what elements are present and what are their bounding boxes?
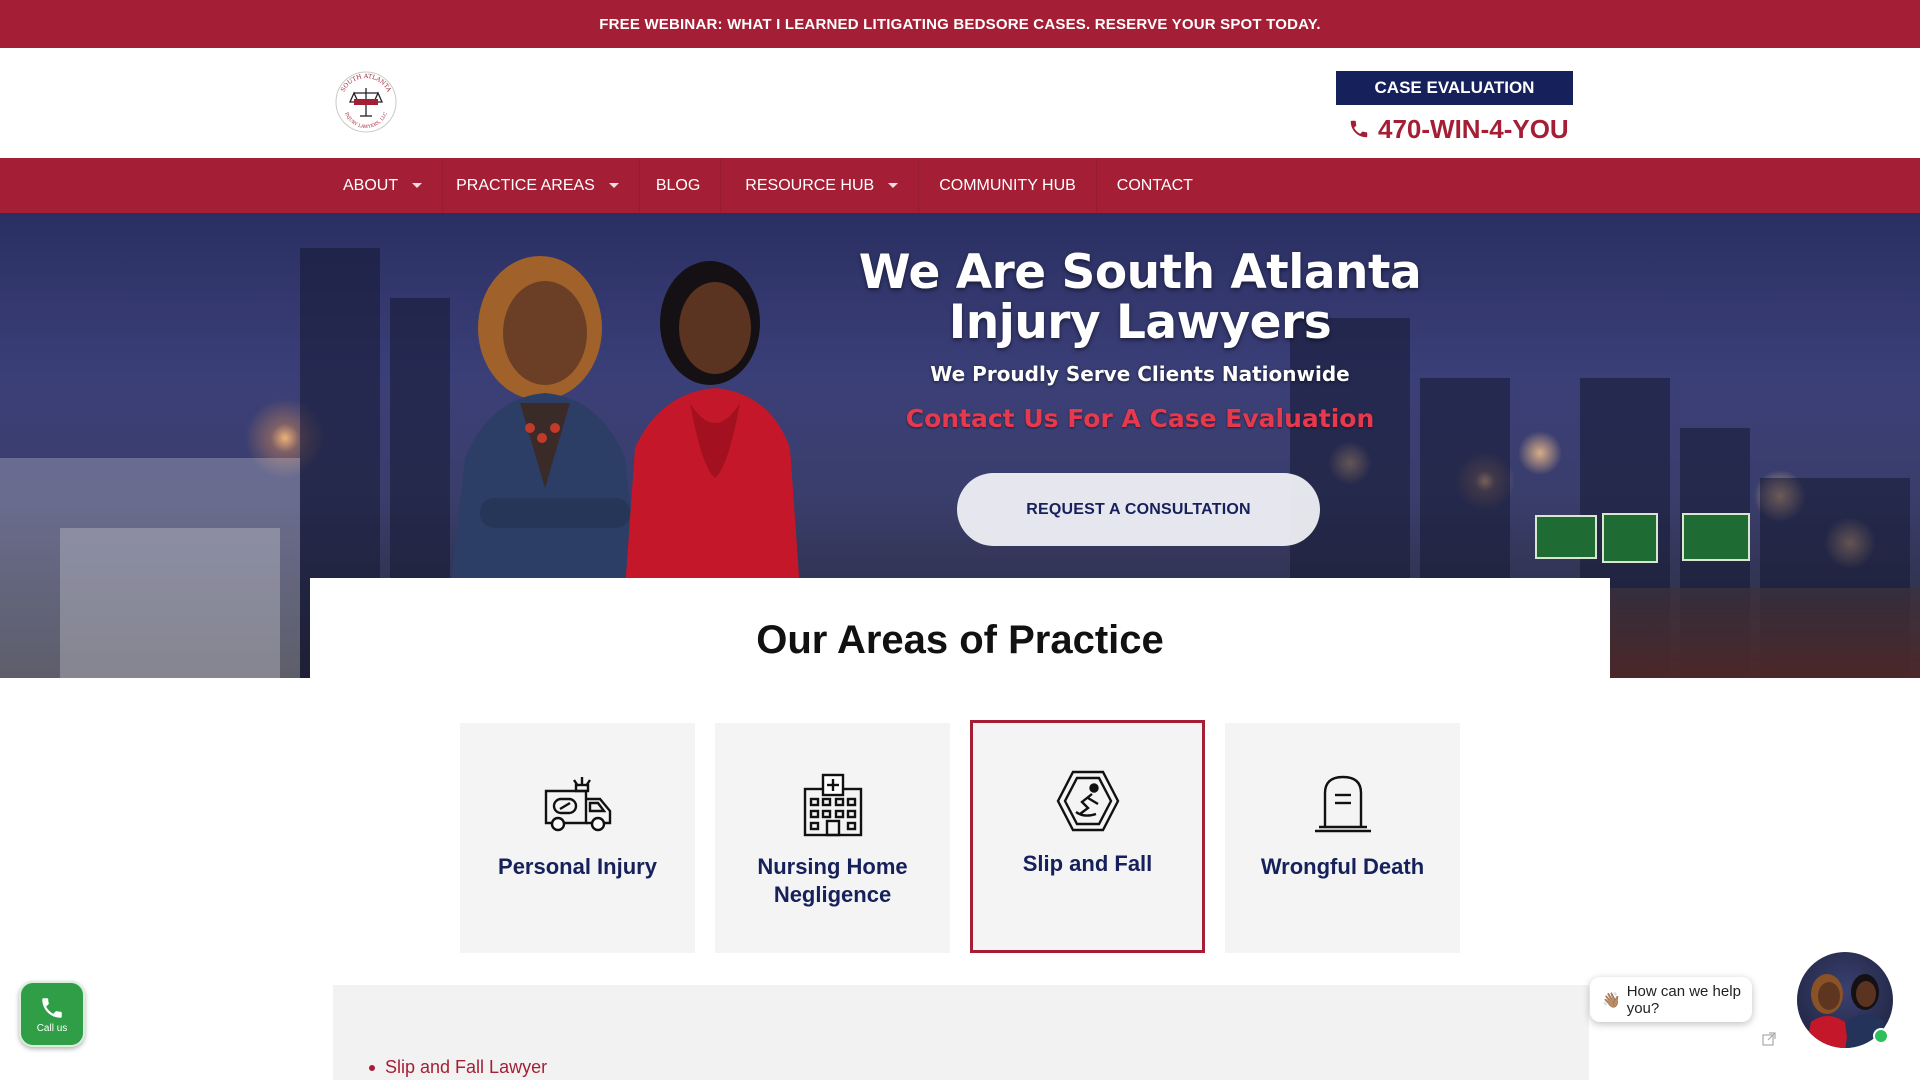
phone-icon bbox=[42, 997, 62, 1018]
tombstone-icon bbox=[1314, 775, 1371, 833]
attorneys-photo bbox=[450, 256, 800, 590]
chat-prompt-text: How can we help you? bbox=[1626, 982, 1741, 1017]
request-consultation-button[interactable]: REQUEST A CONSULTATION bbox=[957, 473, 1320, 546]
hero-title-line2: Injury Lawyers bbox=[948, 295, 1332, 350]
nav-label: PRACTICE AREAS bbox=[456, 176, 595, 194]
online-status-indicator bbox=[1873, 1028, 1889, 1044]
case-evaluation-label: CASE EVALUATION bbox=[1374, 78, 1535, 97]
highway-sign bbox=[1535, 515, 1597, 559]
nav-item-about[interactable]: ABOUT bbox=[330, 158, 444, 213]
main-nav: ABOUT PRACTICE AREAS BLOG RESOURCE HUB C… bbox=[0, 158, 1920, 213]
hero-text: We Are South Atlanta Injury Lawyers We P… bbox=[840, 248, 1440, 434]
nav-item-practice-areas[interactable]: PRACTICE AREAS bbox=[443, 158, 640, 213]
nav-item-community-hub[interactable]: COMMUNITY HUB bbox=[919, 158, 1097, 213]
highway-sign bbox=[1602, 513, 1658, 563]
hero-title: We Are South Atlanta Injury Lawyers bbox=[840, 248, 1440, 348]
nav-item-contact[interactable]: CONTACT bbox=[1097, 158, 1213, 213]
hero-cta-text[interactable]: Contact Us For A Case Evaluation bbox=[840, 404, 1440, 433]
chevron-down-icon bbox=[608, 183, 619, 188]
nav-item-blog[interactable]: BLOG bbox=[640, 158, 722, 213]
nav-label: COMMUNITY HUB bbox=[939, 176, 1076, 194]
nav-label: CONTACT bbox=[1116, 176, 1193, 194]
practice-detail-section: Slip and Fall Lawyer bbox=[333, 985, 1589, 1080]
practice-card-wrongful-death[interactable]: Wrongful Death bbox=[1225, 723, 1460, 953]
list-item-label: Slip and Fall Lawyer bbox=[385, 1057, 548, 1077]
practice-section-header: Our Areas of Practice bbox=[310, 578, 1610, 688]
nav-label: RESOURCE HUB bbox=[745, 176, 875, 194]
chat-prompt-bubble[interactable]: 👋🏽 How can we help you? bbox=[1590, 977, 1752, 1022]
phone-number: 470-WIN-4-YOU bbox=[1378, 113, 1569, 144]
nav-label: ABOUT bbox=[343, 176, 399, 194]
case-evaluation-button[interactable]: CASE EVALUATION bbox=[1336, 71, 1573, 105]
practice-card-personal-injury[interactable]: Personal Injury bbox=[460, 723, 695, 953]
skyline-building bbox=[60, 528, 280, 678]
practice-title: Our Areas of Practice bbox=[756, 618, 1164, 662]
highway-sign bbox=[1682, 513, 1750, 561]
hero-title-line1: We Are South Atlanta bbox=[858, 245, 1422, 300]
promo-banner[interactable]: FREE WEBINAR: WHAT I LEARNED LITIGATING … bbox=[0, 0, 1920, 48]
list-item[interactable]: Slip and Fall Lawyer bbox=[369, 1057, 547, 1078]
call-us-button[interactable]: Call us bbox=[19, 981, 85, 1047]
practice-card-label: Nursing Home Negligence bbox=[757, 854, 908, 907]
site-header: SOUTH ATLANTA INJURY LAWYERS, LLC CASE E… bbox=[0, 48, 1920, 158]
wave-emoji: 👋🏽 bbox=[1602, 991, 1621, 1009]
phone-icon bbox=[1350, 120, 1368, 138]
chevron-down-icon bbox=[888, 183, 899, 188]
slip-fall-hazard-icon bbox=[1056, 770, 1119, 832]
practice-card-slip-and-fall[interactable]: Slip and Fall bbox=[970, 720, 1205, 953]
practice-card-label: Slip and Fall bbox=[1022, 851, 1153, 876]
firm-logo[interactable]: SOUTH ATLANTA INJURY LAWYERS, LLC bbox=[334, 70, 398, 134]
phone-link[interactable]: 470-WIN-4-YOU bbox=[1348, 112, 1569, 146]
ambulance-icon bbox=[544, 777, 611, 832]
practice-card-label: Wrongful Death bbox=[1260, 854, 1425, 879]
practice-cards: Personal Injury Nursing Home Negligence … bbox=[460, 720, 1460, 953]
request-consultation-label: REQUEST A CONSULTATION bbox=[1026, 500, 1251, 518]
call-us-label: Call us bbox=[36, 1022, 68, 1034]
practice-card-nursing-home[interactable]: Nursing Home Negligence bbox=[715, 723, 950, 953]
practice-card-label: Personal Injury bbox=[498, 854, 657, 879]
hero-subtitle: We Proudly Serve Clients Nationwide bbox=[930, 362, 1350, 386]
external-link-icon[interactable] bbox=[1762, 1032, 1776, 1046]
nav-item-resource-hub[interactable]: RESOURCE HUB bbox=[721, 158, 920, 213]
chevron-down-icon bbox=[412, 183, 423, 188]
bullet-icon bbox=[369, 1064, 375, 1071]
nav-label: BLOG bbox=[655, 176, 701, 194]
promo-banner-text[interactable]: FREE WEBINAR: WHAT I LEARNED LITIGATING … bbox=[599, 16, 1320, 33]
hospital-building-icon bbox=[803, 773, 862, 837]
